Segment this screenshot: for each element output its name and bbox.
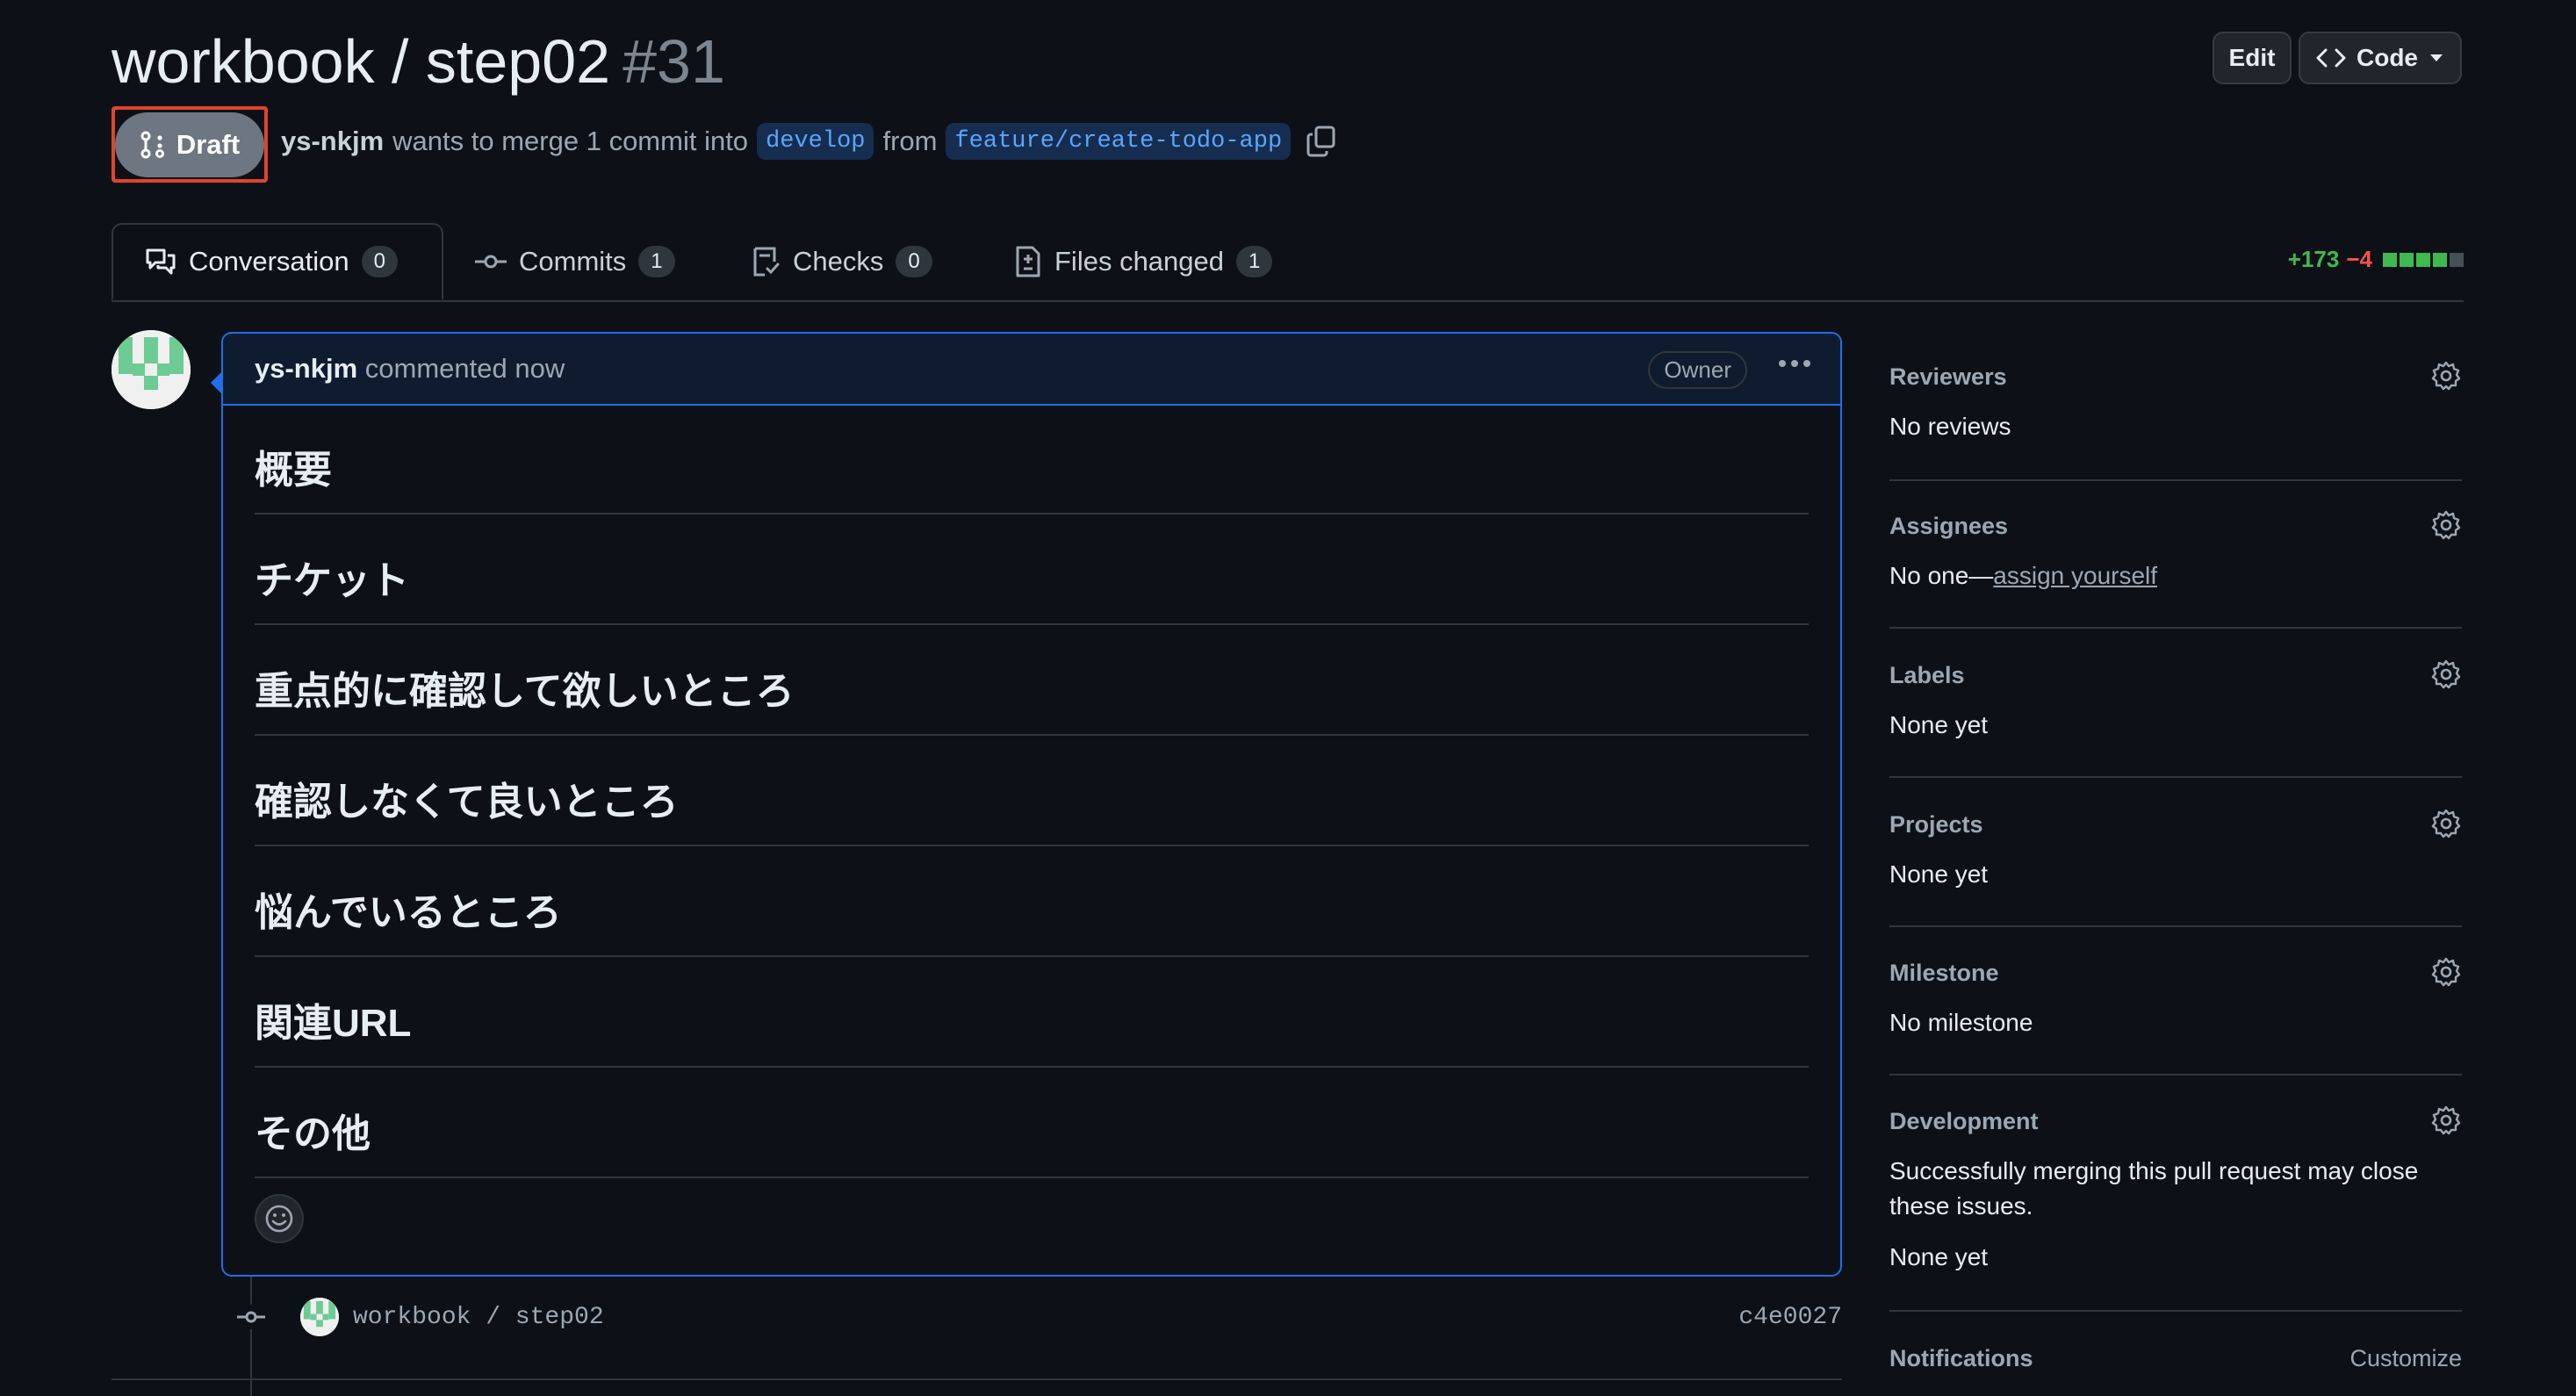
sidebar-value: No reviews	[1889, 413, 2011, 440]
customize-link[interactable]: Customize	[2349, 1345, 2462, 1372]
edit-button-label: Edit	[2228, 44, 2276, 71]
sidebar-label: Notifications	[1889, 1345, 2033, 1371]
tab-label: Conversation	[189, 246, 349, 277]
comment-heading: 関連URL	[255, 957, 1809, 1068]
commit-message[interactable]: workbook / step02	[353, 1304, 604, 1331]
file-diff-icon	[1014, 246, 1042, 277]
tab-commits[interactable]: Commits 1	[475, 223, 675, 300]
commit-row: workbook / step02 c4e0027	[237, 1294, 1842, 1340]
comment-time[interactable]: commented now	[365, 353, 565, 384]
comment-header: ys-nkjm commented now Owner	[223, 334, 1840, 406]
diffstat-deletions: −4	[2346, 246, 2372, 272]
comment-meta: ys-nkjm commented now	[255, 353, 565, 385]
pr-number: #31	[622, 27, 725, 96]
draft-badge: Draft	[115, 112, 264, 177]
pr-title: workbook / step02 #31	[112, 25, 725, 98]
repo-title: workbook / step02	[112, 27, 611, 96]
gear-icon[interactable]	[2430, 360, 2462, 392]
comment-heading: 概要	[255, 404, 1809, 515]
sidebar-value: None yet	[1889, 1243, 1989, 1270]
code-icon	[2316, 48, 2346, 68]
sidebar-reviewers: Reviewers No reviews	[1889, 360, 2462, 481]
kebab-horizontal-icon[interactable]	[1775, 346, 1814, 381]
sidebar-value: No milestone	[1889, 1009, 2033, 1036]
gear-icon[interactable]	[2430, 658, 2462, 690]
diffstat-block	[2383, 252, 2397, 267]
divider	[112, 1378, 1842, 1380]
commit-author-avatar[interactable]	[300, 1298, 339, 1336]
comment-pointer	[211, 372, 221, 393]
tab-conversation[interactable]: Conversation 0	[112, 223, 443, 300]
comment-heading: 悩んでいるところ	[255, 846, 1809, 957]
tab-files-changed[interactable]: Files changed 1	[1014, 223, 1273, 300]
gear-icon[interactable]	[2430, 509, 2462, 541]
commit-sha[interactable]: c4e0027	[1738, 1304, 1842, 1331]
sidebar-assignees: Assignees No one—assign yourself	[1889, 510, 2462, 629]
git-pull-request-draft-icon	[140, 131, 166, 159]
base-branch[interactable]: develop	[757, 123, 874, 160]
comment-discussion-icon	[145, 248, 176, 276]
comment-author[interactable]: ys-nkjm	[255, 353, 357, 384]
sidebar-label[interactable]: Development	[1889, 1108, 2039, 1135]
sidebar-label[interactable]: Assignees	[1889, 513, 2008, 540]
diffstat-block	[2400, 252, 2414, 267]
pr-author[interactable]: ys-nkjm	[281, 126, 384, 157]
diffstat-block	[2433, 252, 2447, 267]
git-commit-icon	[475, 253, 507, 270]
sidebar-projects: Projects None yet	[1889, 808, 2462, 927]
draft-badge-label: Draft	[176, 129, 241, 160]
diffstat-blocks	[2383, 252, 2464, 267]
sidebar-label[interactable]: Projects	[1889, 811, 1983, 838]
gear-icon[interactable]	[2430, 1105, 2462, 1136]
pr-meta: ys-nkjm wants to merge 1 commit into dev…	[281, 123, 1336, 160]
comment-heading: 確認しなくて良いところ	[255, 736, 1809, 846]
pr-tabs: Conversation 0 Commits 1 Checks 0 Files …	[112, 223, 2464, 302]
comment-box: ys-nkjm commented now Owner 概要 チケット 重点的に…	[221, 332, 1842, 1277]
sidebar-development: Development Successfully merging this pu…	[1889, 1105, 2462, 1312]
gear-icon[interactable]	[2430, 808, 2462, 839]
checklist-icon	[752, 246, 781, 277]
tab-count: 0	[361, 246, 399, 277]
head-branch[interactable]: feature/create-todo-app	[946, 123, 1292, 160]
diffstat[interactable]: +173 −4	[2288, 246, 2464, 273]
tab-label: Commits	[519, 246, 627, 277]
comment-heading: チケット	[255, 515, 1809, 625]
tab-count: 0	[896, 246, 932, 277]
edit-button[interactable]: Edit	[2213, 32, 2292, 84]
sidebar-label[interactable]: Milestone	[1889, 960, 1999, 987]
sidebar-milestone: Milestone No milestone	[1889, 957, 2462, 1076]
owner-badge: Owner	[1648, 351, 1747, 389]
tab-count: 1	[1236, 246, 1273, 277]
sidebar-labels: Labels None yet	[1889, 659, 2462, 778]
from-text: from	[882, 126, 938, 156]
sidebar-notifications: Notifications Customize	[1889, 1345, 2462, 1396]
sidebar-value: No one—assign yourself	[1889, 558, 2157, 594]
diffstat-block	[2450, 252, 2464, 267]
comment-heading: その他	[255, 1068, 1809, 1178]
diffstat-additions: +173	[2287, 246, 2340, 272]
code-button-label: Code	[2357, 44, 2418, 71]
gear-icon[interactable]	[2430, 956, 2462, 988]
tab-label: Checks	[793, 246, 884, 277]
assign-yourself-link[interactable]: assign yourself	[1993, 562, 2157, 589]
pr-meta-text: wants to merge 1 commit into	[392, 126, 749, 156]
copy-icon[interactable]	[1306, 126, 1336, 157]
assignees-none: No one—	[1889, 562, 1994, 589]
avatar[interactable]	[112, 330, 191, 409]
git-commit-icon	[237, 1305, 265, 1329]
code-button[interactable]: Code	[2299, 32, 2462, 84]
caret-down-icon	[2428, 53, 2444, 63]
development-text: Successfully merging this pull request m…	[1889, 1157, 2419, 1220]
sidebar-label[interactable]: Reviewers	[1889, 363, 2007, 391]
tab-count: 1	[638, 246, 675, 277]
tab-label: Files changed	[1054, 246, 1225, 277]
sidebar-value: None yet	[1889, 711, 1989, 738]
tab-checks[interactable]: Checks 0	[752, 223, 932, 300]
smiley-icon	[264, 1204, 294, 1234]
add-reaction-button[interactable]	[255, 1194, 304, 1243]
comment-heading: 重点的に確認して欲しいところ	[255, 625, 1809, 736]
diffstat-block	[2416, 252, 2430, 267]
sidebar-value: None yet	[1889, 860, 1989, 888]
sidebar-label[interactable]: Labels	[1889, 662, 1965, 689]
